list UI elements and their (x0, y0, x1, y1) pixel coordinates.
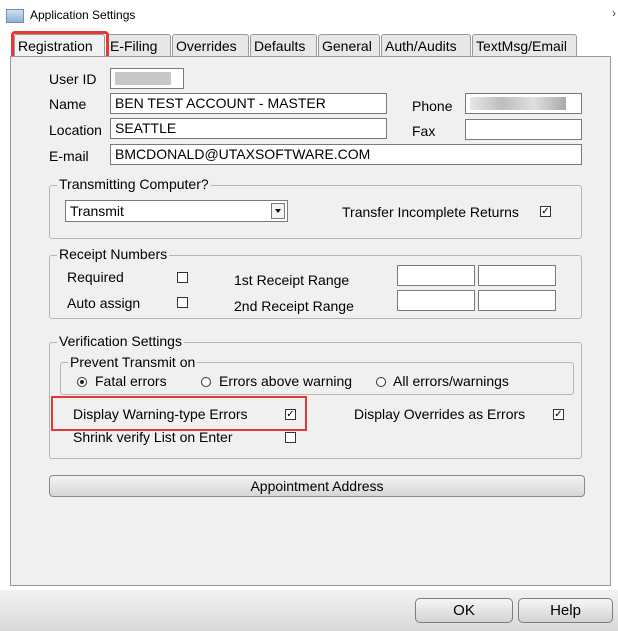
app-window-icon (6, 9, 24, 23)
transmit-dropdown-value: Transmit (70, 203, 124, 219)
phone-label: Phone (412, 98, 453, 114)
radio-errors-above-warning-label: Errors above warning (219, 373, 353, 389)
phone-redacted (470, 97, 566, 110)
tab-general[interactable]: General (318, 34, 380, 56)
tab-textmsg-email[interactable]: TextMsg/Email (472, 34, 577, 56)
receipt-range-2-label: 2nd Receipt Range (234, 298, 354, 314)
display-overrides-checkbox[interactable]: ✓ (553, 409, 564, 420)
user-id-label: User ID (49, 71, 97, 87)
auto-assign-checkbox[interactable] (177, 297, 188, 308)
transfer-incomplete-checkbox[interactable]: ✓ (540, 206, 551, 217)
shrink-verify-checkbox[interactable] (285, 432, 296, 443)
receipt-range-1-end[interactable] (478, 265, 556, 286)
window-edge-glyph: › (612, 6, 616, 20)
tab-auth-audits[interactable]: Auth/Audits (381, 34, 471, 56)
tab-defaults[interactable]: Defaults (250, 34, 317, 56)
transmitting-legend: Transmitting Computer? (57, 176, 211, 192)
radio-errors-above-warning[interactable] (201, 377, 211, 387)
receipt-range-2-start[interactable] (397, 290, 475, 311)
phone-field[interactable] (465, 93, 582, 114)
ok-button[interactable]: OK (415, 598, 513, 623)
display-overrides-label: Display Overrides as Errors (354, 406, 526, 422)
checkmark-icon: ✓ (541, 205, 550, 217)
radio-selected-dot (80, 380, 84, 384)
name-field[interactable]: BEN TEST ACCOUNT - MASTER (110, 93, 387, 114)
verification-legend: Verification Settings (57, 333, 184, 349)
shrink-verify-label: Shrink verify List on Enter (73, 429, 233, 445)
radio-all-errors-label: All errors/warnings (393, 373, 509, 389)
required-label: Required (67, 269, 124, 285)
transfer-incomplete-label: Transfer Incomplete Returns (342, 204, 519, 220)
email-label: E-mail (49, 148, 89, 164)
receipt-range-2-end[interactable] (478, 290, 556, 311)
receipt-range-1-start[interactable] (397, 265, 475, 286)
email-field[interactable]: BMCDONALD@UTAXSOFTWARE.COM (110, 144, 582, 165)
checkmark-icon: ✓ (554, 408, 563, 420)
required-checkbox[interactable] (177, 272, 188, 283)
radio-fatal-errors[interactable] (77, 377, 87, 387)
transmit-dropdown[interactable]: Transmit (65, 200, 288, 222)
warning-highlight-annotation (51, 396, 307, 431)
receipt-legend: Receipt Numbers (57, 246, 170, 262)
prevent-transmit-legend: Prevent Transmit on (68, 354, 198, 370)
tab-overrides[interactable]: Overrides (172, 34, 249, 56)
tab-highlight-annotation (11, 31, 109, 59)
location-label: Location (49, 122, 102, 138)
user-id-redacted (115, 72, 171, 85)
auto-assign-label: Auto assign (67, 295, 141, 311)
radio-all-errors[interactable] (376, 377, 386, 387)
appointment-address-button[interactable]: Appointment Address (49, 475, 585, 497)
fax-field[interactable] (465, 119, 582, 140)
window-title: Application Settings (30, 8, 136, 22)
tab-e-filing[interactable]: E-Filing (106, 34, 171, 56)
help-button[interactable]: Help (518, 598, 613, 623)
radio-fatal-errors-label: Fatal errors (95, 373, 167, 389)
user-id-field[interactable] (110, 68, 184, 89)
fax-label: Fax (412, 123, 436, 139)
location-field[interactable]: SEATTLE (110, 118, 387, 139)
name-label: Name (49, 96, 87, 112)
chevron-down-icon (275, 209, 281, 213)
dropdown-button[interactable] (271, 203, 285, 219)
receipt-range-1-label: 1st Receipt Range (234, 272, 350, 288)
